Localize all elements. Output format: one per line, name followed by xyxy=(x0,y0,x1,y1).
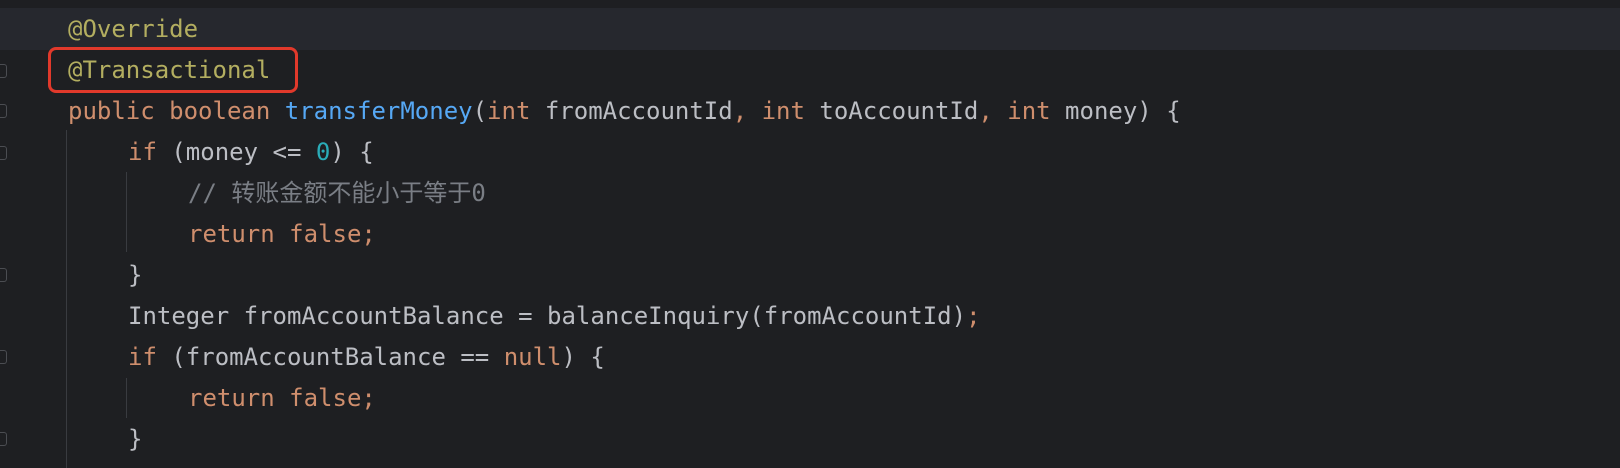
code-line[interactable]: // 转账金额不能小于等于0 xyxy=(0,172,1620,214)
highlight-box xyxy=(48,47,298,93)
code-editor[interactable]: @Override @Transactional public boolean tr… xyxy=(0,0,1620,468)
code-line-content: } xyxy=(128,254,142,296)
code-token: (money <= xyxy=(171,138,316,166)
code-line[interactable]: public boolean transferMoney(int fromAcc… xyxy=(0,90,1620,132)
code-line[interactable]: return false; xyxy=(0,377,1620,419)
code-line-content: Integer fromAccountBalance = balanceInqu… xyxy=(128,295,981,337)
code-token: toAccountId xyxy=(819,97,979,125)
code-token: } xyxy=(128,261,143,289)
code-token: return false; xyxy=(188,220,376,248)
code-token: , xyxy=(978,97,1008,125)
code-token: ) { xyxy=(330,138,374,166)
code-token: // 转账金额不能小于等于0 xyxy=(188,179,486,207)
code-token: int xyxy=(1007,97,1066,125)
code-token: (fromAccountBalance == xyxy=(171,343,504,371)
code-token: if xyxy=(128,343,172,371)
code-line-content: } xyxy=(128,418,142,460)
code-token: fromAccountId xyxy=(544,97,733,125)
code-token: ) { xyxy=(561,343,605,371)
code-line-content: @Override xyxy=(68,8,198,50)
code-token: } xyxy=(128,425,143,453)
code-token: if xyxy=(128,138,172,166)
code-token: int xyxy=(487,97,545,125)
code-line[interactable]: if (fromAccountBalance == null) { xyxy=(0,336,1620,378)
code-token: money xyxy=(1065,97,1138,125)
code-token: transferMoney xyxy=(284,97,473,125)
code-line[interactable]: Integer fromAccountBalance = balanceInqu… xyxy=(0,295,1620,337)
code-token: null xyxy=(503,343,562,371)
code-line-content: return false; xyxy=(188,377,376,419)
code-token: 0 xyxy=(315,138,331,166)
code-token: ) { xyxy=(1137,97,1181,125)
code-line[interactable]: if (money <= 0) { xyxy=(0,131,1620,173)
code-token: public xyxy=(68,97,170,125)
code-token: ( xyxy=(472,97,488,125)
code-line-content: if (money <= 0) { xyxy=(128,131,374,173)
code-token: , xyxy=(732,97,762,125)
code-token: Integer xyxy=(128,302,244,330)
code-line[interactable]: return false; xyxy=(0,213,1620,255)
code-token: int xyxy=(761,97,820,125)
code-token: return false; xyxy=(188,384,376,412)
code-line[interactable]: } xyxy=(0,418,1620,460)
code-token: ; xyxy=(966,302,981,330)
code-token: @Override xyxy=(68,15,199,43)
code-line-content: return false; xyxy=(188,213,376,255)
code-line[interactable]: } xyxy=(0,254,1620,296)
code-token: boolean xyxy=(169,97,285,125)
code-line-content: public boolean transferMoney(int fromAcc… xyxy=(68,90,1181,132)
code-line-content: // 转账金额不能小于等于0 xyxy=(188,172,486,214)
code-token: fromAccountBalance = balanceInquiry(from… xyxy=(243,302,967,330)
code-line[interactable]: @Override xyxy=(0,8,1620,50)
code-line-content: if (fromAccountBalance == null) { xyxy=(128,336,605,378)
